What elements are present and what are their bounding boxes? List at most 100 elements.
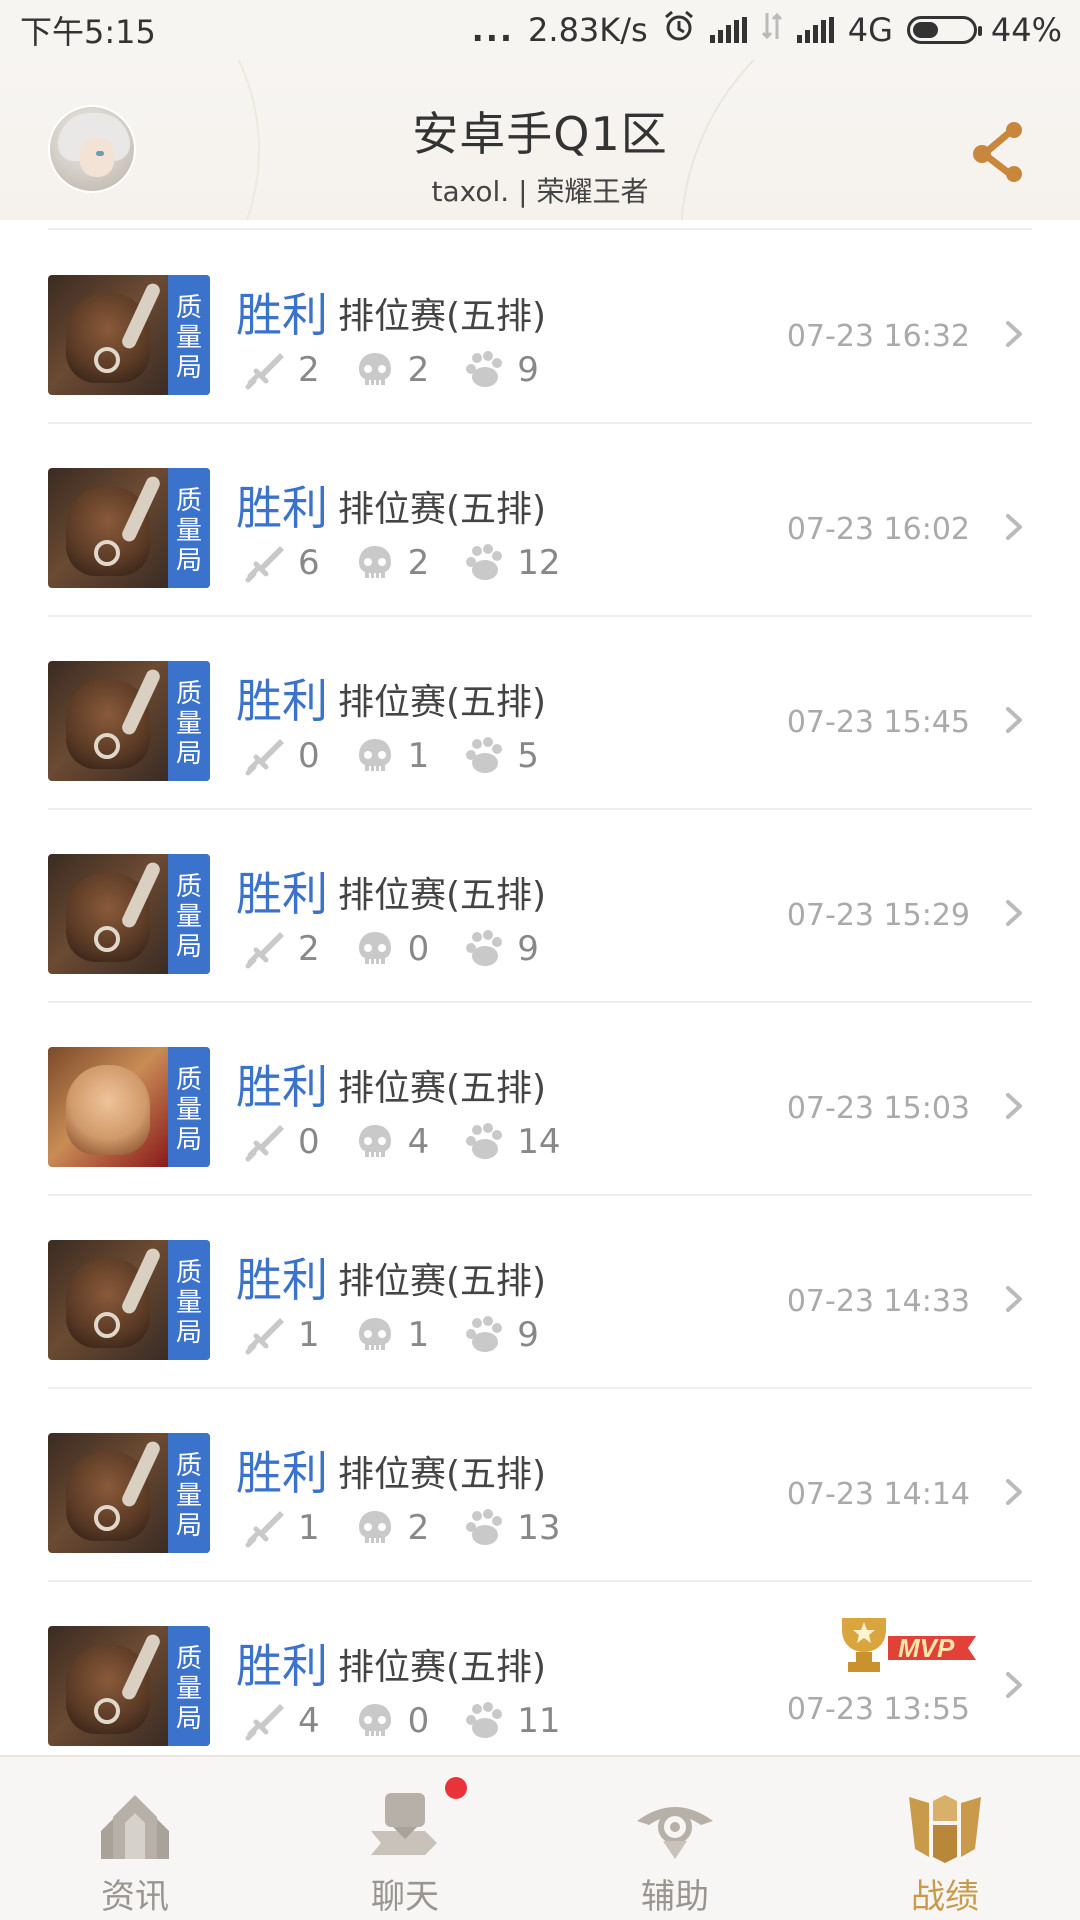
- quality-match-badge: 质量局: [168, 275, 210, 395]
- quality-match-badge: 质量局: [168, 468, 210, 588]
- match-row[interactable]: 质量局胜利 排位赛(五排) 2 0 9 07-23 15:29: [0, 810, 1080, 1003]
- signal-icon: [709, 17, 747, 43]
- match-row[interactable]: 质量局胜利 排位赛(五排) 0 1 5 07-23 15:45: [0, 617, 1080, 810]
- deaths-count: 4: [407, 1122, 430, 1162]
- chevron-right-icon: [1006, 321, 1022, 347]
- assists-count: 5: [517, 736, 539, 776]
- deaths-icon: [358, 739, 391, 771]
- deaths-icon: [358, 1318, 391, 1350]
- kills-icon: [245, 932, 284, 969]
- hero-portrait: 质量局: [48, 1626, 210, 1746]
- deaths-stat: 2: [354, 1507, 429, 1549]
- match-stats: 1 2 13: [244, 1507, 595, 1549]
- deaths-count: 1: [407, 1315, 430, 1355]
- kills-stat: 0: [244, 735, 320, 777]
- match-time: 07-23 16:32: [786, 319, 970, 354]
- assists-count: 9: [517, 1315, 539, 1355]
- match-result: 胜利: [236, 1639, 328, 1693]
- quality-match-badge: 质量局: [168, 1240, 210, 1360]
- status-time: 下午5:15: [20, 13, 156, 51]
- kills-count: 1: [298, 1315, 320, 1355]
- match-mode: 排位赛(五排): [338, 682, 547, 723]
- alarm-icon: [662, 9, 696, 51]
- assists-stat: 9: [463, 1314, 539, 1356]
- kills-count: 0: [298, 1122, 320, 1162]
- kills-count: 4: [298, 1701, 320, 1741]
- status-bar: 下午5:15 ... 2.83K/s 4G 44%: [0, 0, 1080, 60]
- kills-count: 1: [298, 1508, 320, 1548]
- match-mode: 排位赛(五排): [338, 1454, 547, 1495]
- kills-stat: 4: [244, 1700, 320, 1742]
- kills-stat: 1: [244, 1314, 320, 1356]
- assists-count: 9: [517, 929, 539, 969]
- signal-icon-2: [796, 17, 834, 43]
- kills-count: 0: [298, 736, 320, 776]
- deaths-stat: 0: [354, 928, 430, 970]
- match-stats: 1 1 9: [244, 1314, 573, 1356]
- nav-label-chat: 聊天: [371, 1877, 439, 1917]
- assists-icon: [466, 930, 503, 966]
- match-stats: 0 4 14: [244, 1121, 595, 1163]
- match-row[interactable]: 质量局胜利 排位赛(五排) 6 2 12 07-23 16:02: [0, 424, 1080, 617]
- kills-count: 2: [298, 929, 320, 969]
- match-stats: 2 2 9: [244, 349, 573, 391]
- match-row[interactable]: 质量局胜利 排位赛(五排) 4 0 11 MVP 07-23 13:55: [0, 1582, 1080, 1775]
- assist-icon: [637, 1807, 713, 1859]
- kills-icon: [245, 739, 284, 776]
- kills-stat: 2: [244, 349, 320, 391]
- match-row[interactable]: 质量局胜利 排位赛(五排) 0 4 14 07-23 15:03: [0, 1003, 1080, 1196]
- match-result: 胜利: [236, 1446, 328, 1500]
- kills-count: 2: [298, 350, 320, 390]
- match-mode: 排位赛(五排): [338, 489, 547, 530]
- match-time: 07-23 16:02: [786, 512, 970, 547]
- deaths-icon: [358, 1511, 391, 1543]
- assists-stat: 14: [463, 1121, 561, 1163]
- hero-portrait: 质量局: [48, 275, 210, 395]
- match-stats: 0 1 5: [244, 735, 573, 777]
- match-mode: 排位赛(五排): [338, 1261, 547, 1302]
- match-row[interactable]: 质量局胜利 排位赛(五排) 1 2 13 07-23 14:14: [0, 1389, 1080, 1582]
- player-info: taxol. | 荣耀王者: [431, 175, 649, 208]
- match-time: 07-23 13:55: [786, 1692, 970, 1727]
- chevron-right-icon: [1006, 1479, 1022, 1505]
- assists-count: 11: [517, 1701, 561, 1741]
- chevron-right-icon: [1006, 1093, 1022, 1119]
- kills-stat: 0: [244, 1121, 320, 1163]
- match-stats: 2 0 9: [244, 928, 573, 970]
- hero-portrait: 质量局: [48, 1433, 210, 1553]
- nav-item-news[interactable]: 资讯: [0, 1757, 270, 1920]
- chevron-right-icon: [1006, 707, 1022, 733]
- nav-item-chat[interactable]: 聊天: [270, 1757, 540, 1920]
- deaths-icon: [358, 1704, 391, 1736]
- share-button[interactable]: [970, 118, 1030, 184]
- nav-item-assist[interactable]: 辅助: [540, 1757, 810, 1920]
- kills-count: 6: [298, 543, 320, 583]
- deaths-icon: [358, 1125, 391, 1157]
- deaths-stat: 2: [354, 542, 429, 584]
- match-row[interactable]: 质量局胜利 排位赛(五排) 1 1 9 07-23 14:33: [0, 1196, 1080, 1389]
- match-mode: 排位赛(五排): [338, 1068, 547, 1109]
- chevron-right-icon: [1006, 1672, 1022, 1698]
- assists-icon: [466, 544, 503, 580]
- kills-stat: 6: [244, 542, 320, 584]
- kills-stat: 2: [244, 928, 320, 970]
- assists-stat: 13: [463, 1507, 561, 1549]
- nav-item-records[interactable]: 战绩: [810, 1757, 1080, 1920]
- deaths-count: 1: [407, 736, 430, 776]
- chevron-right-icon: [1006, 900, 1022, 926]
- deaths-count: 0: [407, 929, 430, 969]
- list-top-divider: [48, 228, 1032, 230]
- assists-stat: 9: [463, 928, 539, 970]
- kills-icon: [245, 1318, 284, 1355]
- status-indicators: ... 2.83K/s 4G 44%: [472, 9, 1062, 51]
- match-result: 胜利: [236, 867, 328, 921]
- match-row[interactable]: 质量局胜利 排位赛(五排) 2 2 9 07-23 16:32: [0, 231, 1080, 424]
- more-notifications-icon: ...: [471, 11, 515, 49]
- match-stats: 6 2 12: [244, 542, 595, 584]
- quality-match-badge: 质量局: [168, 1433, 210, 1553]
- deaths-stat: 1: [354, 1314, 430, 1356]
- mvp-badge: MVP: [840, 1610, 980, 1676]
- assists-icon: [466, 351, 503, 387]
- match-mode: 排位赛(五排): [338, 296, 547, 337]
- kills-icon: [245, 1125, 284, 1162]
